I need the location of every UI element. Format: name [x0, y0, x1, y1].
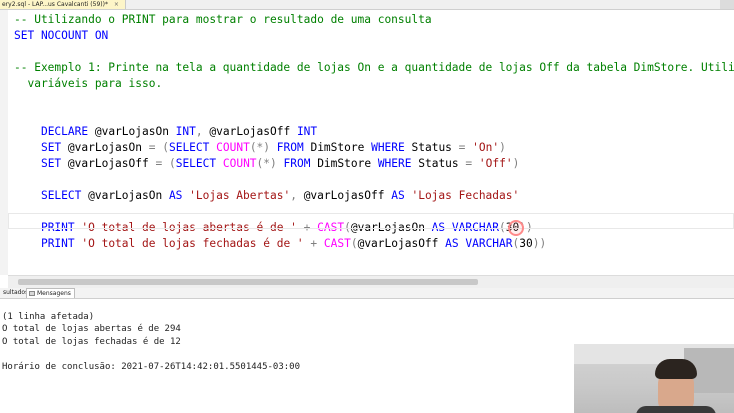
message-print-closed: O total de lojas fechadas é de 12: [2, 337, 181, 347]
tab-bar-overflow: [720, 0, 734, 9]
message-completion-time: Horário de conclusão: 2021-07-26T14:42:0…: [2, 362, 301, 372]
token: VARCHAR: [458, 237, 513, 250]
document-tab-bar: ery2.sql - LAP...us Cavalcanti (59))* ×: [0, 0, 734, 10]
token: DimStore: [310, 157, 378, 170]
token: +: [303, 237, 318, 250]
code-line-comment-2: -- Exemplo 1: Printe na tela a quantidad…: [14, 61, 734, 74]
token: AS: [445, 237, 459, 250]
mouse-click-indicator: [508, 220, 524, 236]
token: 'Lojas Fechadas': [404, 189, 520, 202]
tab-messages-label: Mensagens: [37, 290, 71, 297]
current-line-highlight: [8, 213, 734, 229]
token: @varLojasOff: [61, 157, 156, 170]
token: PRINT: [40, 237, 75, 250]
editor-horizontal-scrollbar[interactable]: [8, 275, 734, 288]
token: (: [162, 157, 176, 170]
code-line-select: SELECT @varLojasOn AS 'Lojas Abertas', @…: [14, 172, 519, 202]
token: ,: [290, 189, 297, 202]
token: (*): [256, 157, 277, 170]
token: Status: [411, 157, 466, 170]
sql-editor[interactable]: -- Utilizando o PRINT para mostrar o res…: [8, 10, 734, 276]
token: (: [350, 237, 358, 250]
scrollbar-thumb[interactable]: [18, 279, 478, 285]
token: SELECT: [175, 157, 217, 170]
token: 'O total de lojas fechadas é de ': [74, 237, 304, 250]
code-line-comment-1: -- Utilizando o PRINT para mostrar o res…: [14, 13, 432, 26]
message-print-open: O total de lojas abertas é de 294: [2, 324, 181, 334]
query-document-tab[interactable]: ery2.sql - LAP...us Cavalcanti (59))* ×: [0, 0, 126, 9]
token: AS: [168, 189, 183, 202]
query-tab-title: ery2.sql - LAP...us Cavalcanti (59))*: [2, 1, 108, 8]
token: CAST: [317, 237, 351, 250]
token: @varLojasOn: [81, 189, 169, 202]
code-line-set-on: SET @varLojasOn = (SELECT COUNT(*) FROM …: [14, 124, 506, 154]
tab-messages[interactable]: Mensagens: [26, 288, 75, 298]
token: COUNT: [216, 157, 257, 170]
close-tab-icon[interactable]: ×: [114, 1, 119, 8]
token: SET: [40, 157, 62, 170]
presenter-hair: [655, 359, 697, 379]
presenter-shirt: [636, 406, 716, 413]
webcam-overlay: [574, 344, 734, 413]
token: 'Off': [472, 157, 513, 170]
token: WHERE: [377, 157, 412, 170]
token: FROM: [276, 157, 311, 170]
messages-icon: [29, 291, 35, 296]
token: @varLojasOff: [296, 189, 392, 202]
token: ): [512, 157, 520, 170]
results-tab-strip: sultados Mensagens: [0, 288, 734, 299]
token: 30: [519, 237, 533, 250]
code-line-declare: DECLARE @varLojasOn INT, @varLojasOff IN…: [14, 108, 317, 138]
token: )): [532, 237, 547, 250]
code-line-comment-3: variáveis para isso.: [14, 77, 163, 90]
token: 'Lojas Abertas': [182, 189, 291, 202]
token: SELECT: [40, 189, 82, 202]
message-rows-affected: (1 linha afetada): [2, 312, 95, 322]
token: @varLojasOff: [357, 237, 446, 250]
code-line-set-nocount: SET NOCOUNT ON: [14, 29, 109, 42]
token: AS: [391, 189, 405, 202]
code-line-set-off: SET @varLojasOff = (SELECT COUNT(*) FROM…: [14, 140, 519, 170]
